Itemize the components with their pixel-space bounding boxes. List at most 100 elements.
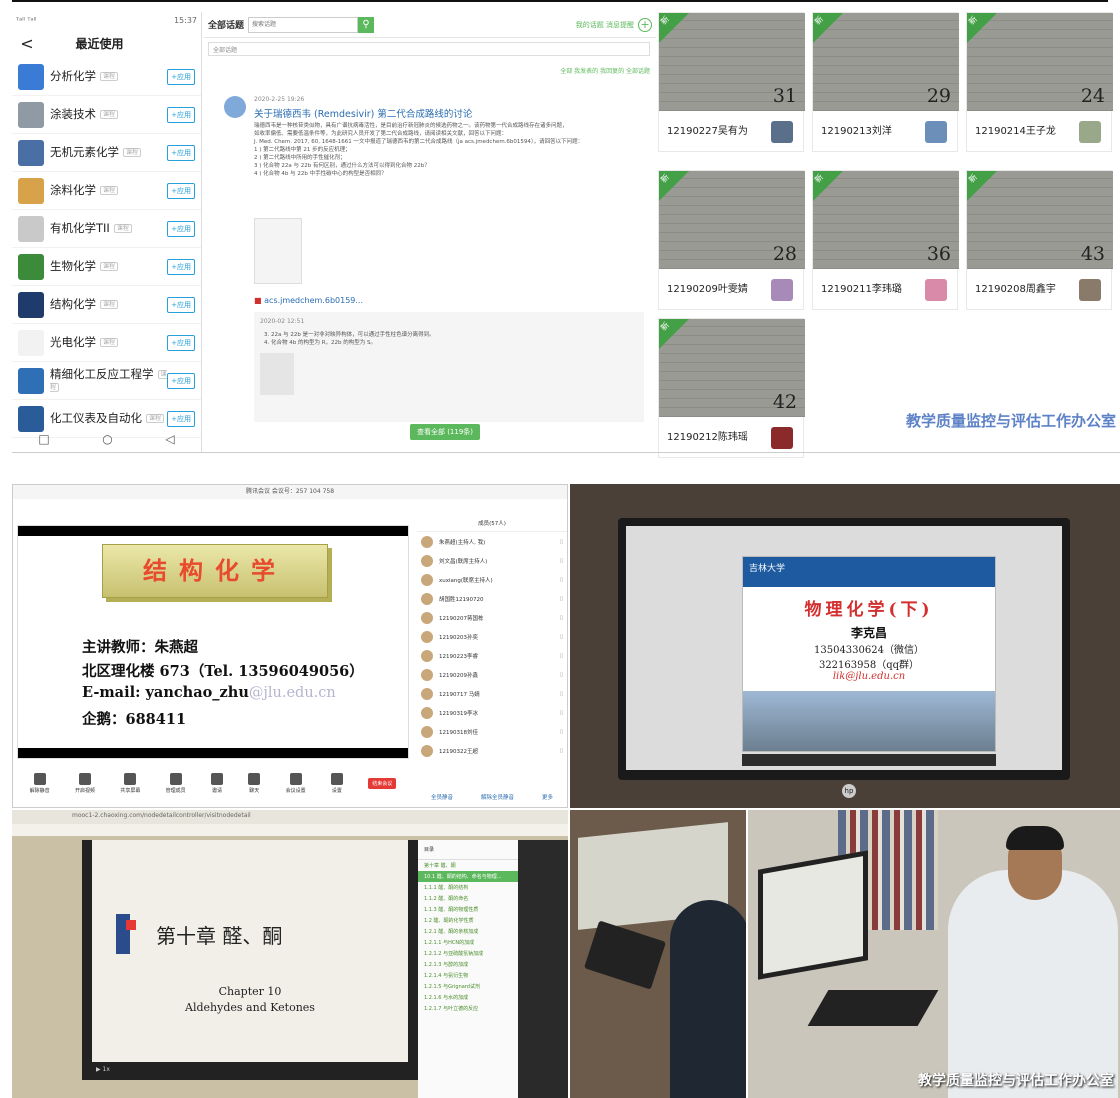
toc-item[interactable]: 1.2.1.4 与氨衍生物 (418, 970, 518, 981)
view-all-button[interactable]: 查看全部 (119条) (410, 424, 480, 440)
participant-row[interactable]: 胡国胜12190720 ▯ (417, 589, 567, 608)
course-item[interactable]: 无机元素化学 课程 +应用 (12, 134, 201, 172)
post-image[interactable] (254, 218, 302, 284)
add-app-button[interactable]: +应用 (167, 334, 195, 351)
mic-icon[interactable]: ▯ (560, 558, 563, 564)
add-app-button[interactable]: +应用 (167, 106, 195, 123)
homework-card[interactable]: 新 43 12190208周鑫宇 (966, 170, 1113, 310)
mic-icon[interactable]: ▯ (560, 729, 563, 735)
toc-item[interactable]: 1.2.1.7 与叶立德的反应 (418, 1003, 518, 1014)
toc-item[interactable]: 1.2.1.5 与Grignard试剂 (418, 981, 518, 992)
participant-row[interactable]: 刘文昌(联席主持人) ▯ (417, 551, 567, 570)
toolbar-button[interactable]: 邀请 (210, 772, 223, 794)
more-button[interactable]: 更多 (542, 793, 553, 801)
unmute-all-button[interactable]: 解除全员静音 (481, 793, 514, 801)
add-topic-icon[interactable]: + (638, 17, 652, 32)
mute-all-button[interactable]: 全员静音 (431, 793, 453, 801)
course-item[interactable]: 结构化学 课程 +应用 (12, 286, 201, 324)
toc-item[interactable]: 1.1.3 醛、酮的物理性质 (418, 904, 518, 915)
toc-item[interactable]: 1.2.1.2 与亚硫酸氢钠加成 (418, 948, 518, 959)
course-tag: 课程 (100, 186, 119, 195)
toolbar-button[interactable]: 开启视频 (75, 772, 95, 794)
mic-icon[interactable]: ▯ (560, 596, 563, 602)
mic-icon[interactable]: ▯ (560, 710, 563, 716)
toc-item[interactable]: 1.1.2 醛、酮的命名 (418, 893, 518, 904)
toc-item[interactable]: 1.2 醛、酮的化学性质 (418, 915, 518, 926)
score: 31 (772, 85, 797, 107)
toc-item[interactable]: 1.2.1.3 与醇的加成 (418, 959, 518, 970)
toc-item[interactable]: 1.2.1.1 与HCN的加成 (418, 937, 518, 948)
course-item[interactable]: 涂料化学 课程 +应用 (12, 172, 201, 210)
homework-card[interactable]: 新 42 12190212陈玮瑶 (658, 318, 805, 458)
course-item[interactable]: 涂装技术 课程 +应用 (12, 96, 201, 134)
back-icon[interactable]: < (12, 34, 42, 53)
teacher-headset-photo: 教学质量监控与评估工作办公室 (748, 810, 1120, 1098)
score: 24 (1080, 85, 1105, 107)
toolbar-button[interactable]: 管理成员 (166, 772, 186, 794)
mic-icon[interactable]: ▯ (560, 539, 563, 545)
end-meeting-button[interactable]: 结束会议 (368, 777, 397, 789)
search-icon[interactable]: ⚲ (358, 16, 375, 33)
video-controls[interactable]: ▶ 1x (92, 1062, 408, 1080)
mic-icon[interactable]: ▯ (560, 615, 563, 621)
course-item[interactable]: 生物化学 课程 +应用 (12, 248, 201, 286)
participant-row[interactable]: 12190319李冰 ▯ (417, 703, 567, 722)
toolbar-button[interactable]: 共享屏幕 (120, 772, 140, 794)
mic-icon[interactable]: ▯ (560, 691, 563, 697)
mic-icon[interactable]: ▯ (560, 653, 563, 659)
mic-icon[interactable]: ▯ (560, 577, 563, 583)
course-name: 结构化学 课程 (50, 298, 167, 311)
reply-image[interactable] (260, 353, 294, 395)
add-app-button[interactable]: +应用 (167, 220, 195, 237)
post-title[interactable]: 关于瑞德西韦 (Remdesivir) 第二代合成路线的讨论 (254, 106, 472, 120)
add-app-button[interactable]: +应用 (167, 182, 195, 199)
add-app-button[interactable]: +应用 (167, 144, 195, 161)
toc-item[interactable]: 1.2.1.6 与水的加成 (418, 992, 518, 1003)
mic-icon[interactable]: ▯ (560, 748, 563, 754)
homework-card[interactable]: 新 28 12190209叶雯婧 (658, 170, 805, 310)
toolbar-button[interactable]: 解除静音 (30, 772, 50, 794)
search-input[interactable] (248, 16, 359, 33)
participant-row[interactable]: 12190203孙奕 ▯ (417, 627, 567, 646)
participant-row[interactable]: 12190322王超 ▯ (417, 741, 567, 760)
participant-row[interactable]: xuxiang(联席主持人) ▯ (417, 570, 567, 589)
toolbar-button[interactable]: 设置 (330, 772, 343, 794)
reply-body: 3. 22a 与 22b 是一对非对映异构体，可以通过手性柱色谱分离得到。 4. … (254, 331, 644, 347)
course-item[interactable]: 分析化学 课程 +应用 (12, 58, 201, 96)
participant-row[interactable]: 12190207蒋国栋 ▯ (417, 608, 567, 627)
participant-row[interactable]: 12190717 马婧 ▯ (417, 684, 567, 703)
homework-card[interactable]: 新 24 12190214王子龙 (966, 12, 1113, 152)
add-app-button[interactable]: +应用 (167, 68, 195, 85)
participant-row[interactable]: 12190223李睿 ▯ (417, 646, 567, 665)
mic-icon[interactable]: ▯ (560, 634, 563, 640)
add-app-button[interactable]: +应用 (167, 258, 195, 275)
homework-card[interactable]: 新 29 12190213刘洋 (812, 12, 959, 152)
toolbar-button[interactable]: 聊天 (248, 772, 261, 794)
toolbar-button[interactable]: 会议设置 (286, 772, 306, 794)
add-app-button[interactable]: +应用 (167, 372, 195, 389)
participant-row[interactable]: 12190318刘佳 ▯ (417, 722, 567, 741)
home-icon[interactable]: ○ (102, 432, 112, 446)
back-nav-icon[interactable]: ◁ (165, 432, 174, 446)
toc-item[interactable]: 1.1.1 醛、酮的结构 (418, 882, 518, 893)
address-bar[interactable]: mooc1-2.chaoxing.com/nodedetailcontrolle… (12, 810, 568, 824)
player-controls[interactable] (742, 754, 996, 766)
mic-icon[interactable]: ▯ (560, 672, 563, 678)
my-topics-link[interactable]: 我的话题 消息提醒 (576, 20, 634, 30)
toc-item[interactable]: 1.2.1 醛、酮的亲核加成 (418, 926, 518, 937)
toc-item[interactable]: 10.1 醛、酮的结构、命名与物理... (418, 871, 518, 882)
participant-row[interactable]: 朱燕超(主持人, 我) ▯ (417, 532, 567, 551)
topic-filter-field[interactable]: 全部话题 (208, 42, 650, 56)
course-item[interactable]: 有机化学TII 课程 +应用 (12, 210, 201, 248)
homework-card[interactable]: 新 31 12190227吴有为 (658, 12, 805, 152)
participant-row[interactable]: 12190209孙鑫 ▯ (417, 665, 567, 684)
add-app-button[interactable]: +应用 (167, 410, 195, 427)
attachment-link[interactable]: ■ acs.jmedchem.6b0159... (254, 296, 363, 305)
course-item[interactable]: 光电化学 课程 +应用 (12, 324, 201, 362)
course-item[interactable]: 精细化工反应工程学 课程 +应用 (12, 362, 201, 400)
homework-card[interactable]: 新 36 12190211李玮璐 (812, 170, 959, 310)
toc-item[interactable]: 第十章 醛、酮 (418, 860, 518, 871)
add-app-button[interactable]: +应用 (167, 296, 195, 313)
topic-filters[interactable]: 全部 我发表的 我回复的 全部话题 (204, 56, 656, 75)
recent-apps-icon[interactable]: □ (38, 432, 49, 446)
